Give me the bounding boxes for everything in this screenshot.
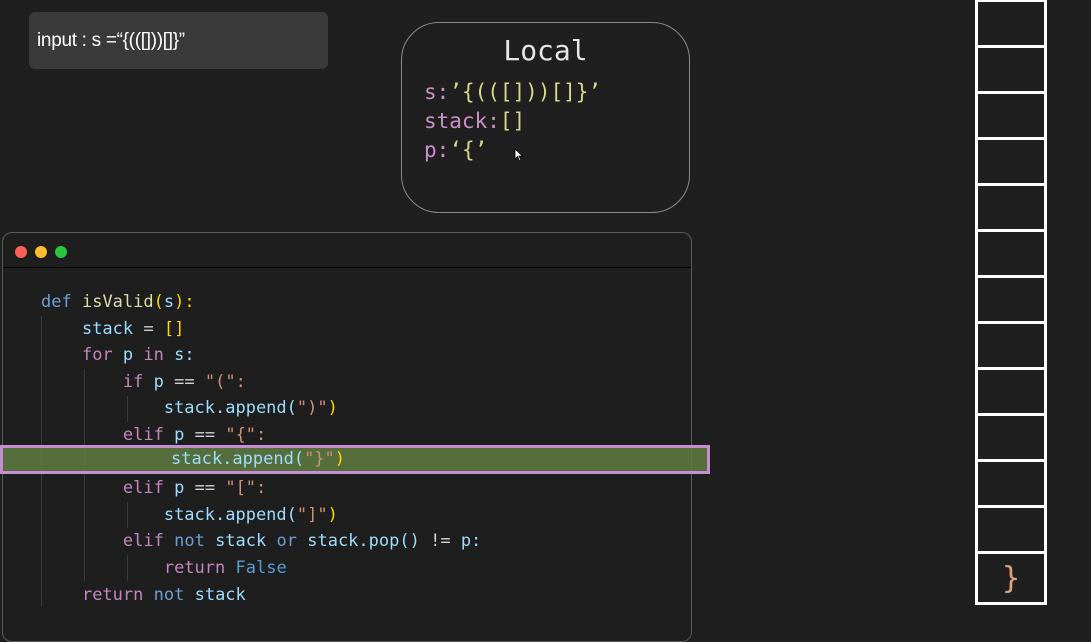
minimize-window-button[interactable]: [35, 246, 47, 258]
stack-cell-divider: [978, 0, 1044, 2]
stack-cell-divider: [978, 367, 1044, 370]
code-line: return not stack: [81, 584, 246, 605]
code-line: elif p == "[":: [122, 478, 267, 499]
stack-cell-divider: [978, 91, 1044, 94]
stack-cell-divider: [978, 459, 1044, 462]
local-variables-panel: Local s:’{(([]))[]}’ stack:[] p:‘{’: [401, 22, 690, 213]
maximize-window-button[interactable]: [55, 246, 67, 258]
mouse-cursor-icon: [514, 148, 524, 162]
stack-cell-divider: [978, 183, 1044, 186]
code-line: for p in s:: [81, 345, 195, 366]
close-window-button[interactable]: [15, 246, 27, 258]
stack-cell-divider: [978, 275, 1044, 278]
code-line: if p == "(":: [122, 371, 246, 392]
local-var-stack: stack:[]: [424, 109, 526, 133]
highlighted-code-line: stack.append("}"): [171, 449, 346, 469]
code-editor-window: def isValid(s): stack = [] for p in s: i…: [2, 232, 692, 642]
stack-visualization: }: [975, 0, 1047, 605]
local-panel-title: Local: [503, 34, 588, 67]
code-line: def isValid(s):: [41, 292, 195, 312]
stack-cell-divider: [978, 321, 1044, 324]
code-line: stack.append(")"): [163, 398, 338, 419]
editor-titlebar: [3, 233, 691, 268]
stack-cell-divider: [978, 413, 1044, 416]
local-vars-list: s:’{(([]))[]}’ stack:[] p:‘{’: [424, 78, 601, 165]
code-line: stack = []: [81, 318, 185, 339]
code-line: stack.append("]"): [163, 504, 338, 525]
stack-cell-divider: [978, 229, 1044, 232]
stack-top-item: }: [1001, 561, 1021, 596]
stack-cell-divider: [978, 137, 1044, 140]
local-var-s: s:’{(([]))[]}’: [424, 80, 602, 104]
stack-cell-divider: [978, 505, 1044, 508]
input-label: input : s =“{(([]))[]}”: [29, 12, 328, 69]
current-line-highlight: stack.append("}"): [0, 445, 710, 474]
local-var-p: p:‘{’: [424, 138, 488, 162]
stack-cell-divider: [978, 45, 1044, 48]
code-line: return False: [163, 557, 287, 578]
stack-cell-divider: [978, 551, 1044, 554]
code-line: elif not stack or stack.pop() != p:: [122, 531, 482, 552]
